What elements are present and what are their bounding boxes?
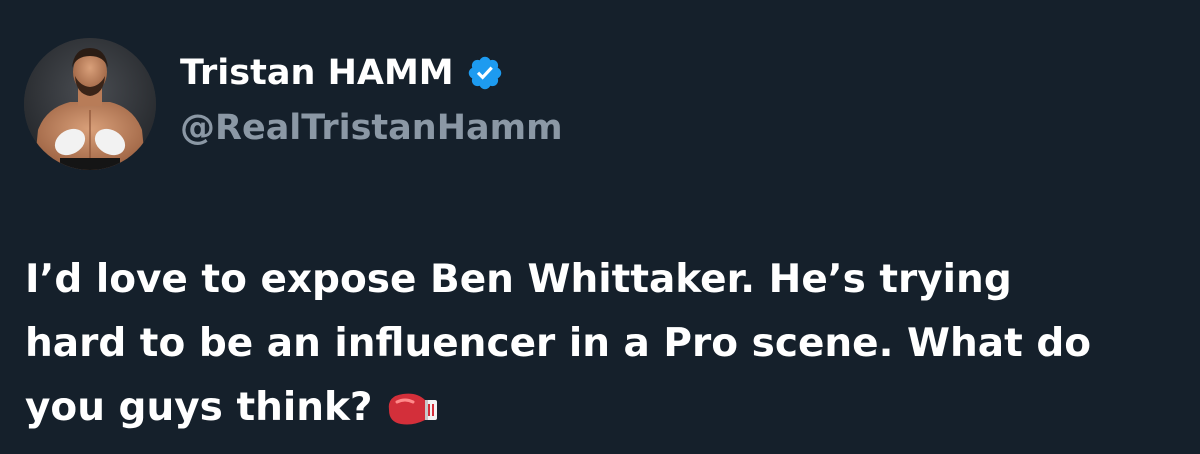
tweet-text-line-last: you guys think? <box>25 376 1185 440</box>
verified-badge-icon <box>466 54 504 92</box>
profile-photo-icon <box>24 38 156 170</box>
tweet-text-line: hard to be an influencer in a Pro scene.… <box>25 321 1092 366</box>
display-name[interactable]: Tristan HAMM <box>180 53 454 93</box>
author-name-row[interactable]: Tristan HAMM <box>180 48 504 98</box>
tweet-text: I’d love to expose Ben Whittaker. He’s t… <box>25 248 1185 440</box>
boxing-glove-icon <box>383 384 443 425</box>
author-handle[interactable]: @RealTristanHamm <box>180 108 563 148</box>
tweet-text-line-content: you guys think? <box>25 385 373 430</box>
tweet-card: Tristan HAMM @RealTristanHamm I’d love t… <box>0 0 1200 454</box>
avatar[interactable] <box>24 38 156 170</box>
tweet-text-line: I’d love to expose Ben Whittaker. He’s t… <box>25 257 1012 302</box>
